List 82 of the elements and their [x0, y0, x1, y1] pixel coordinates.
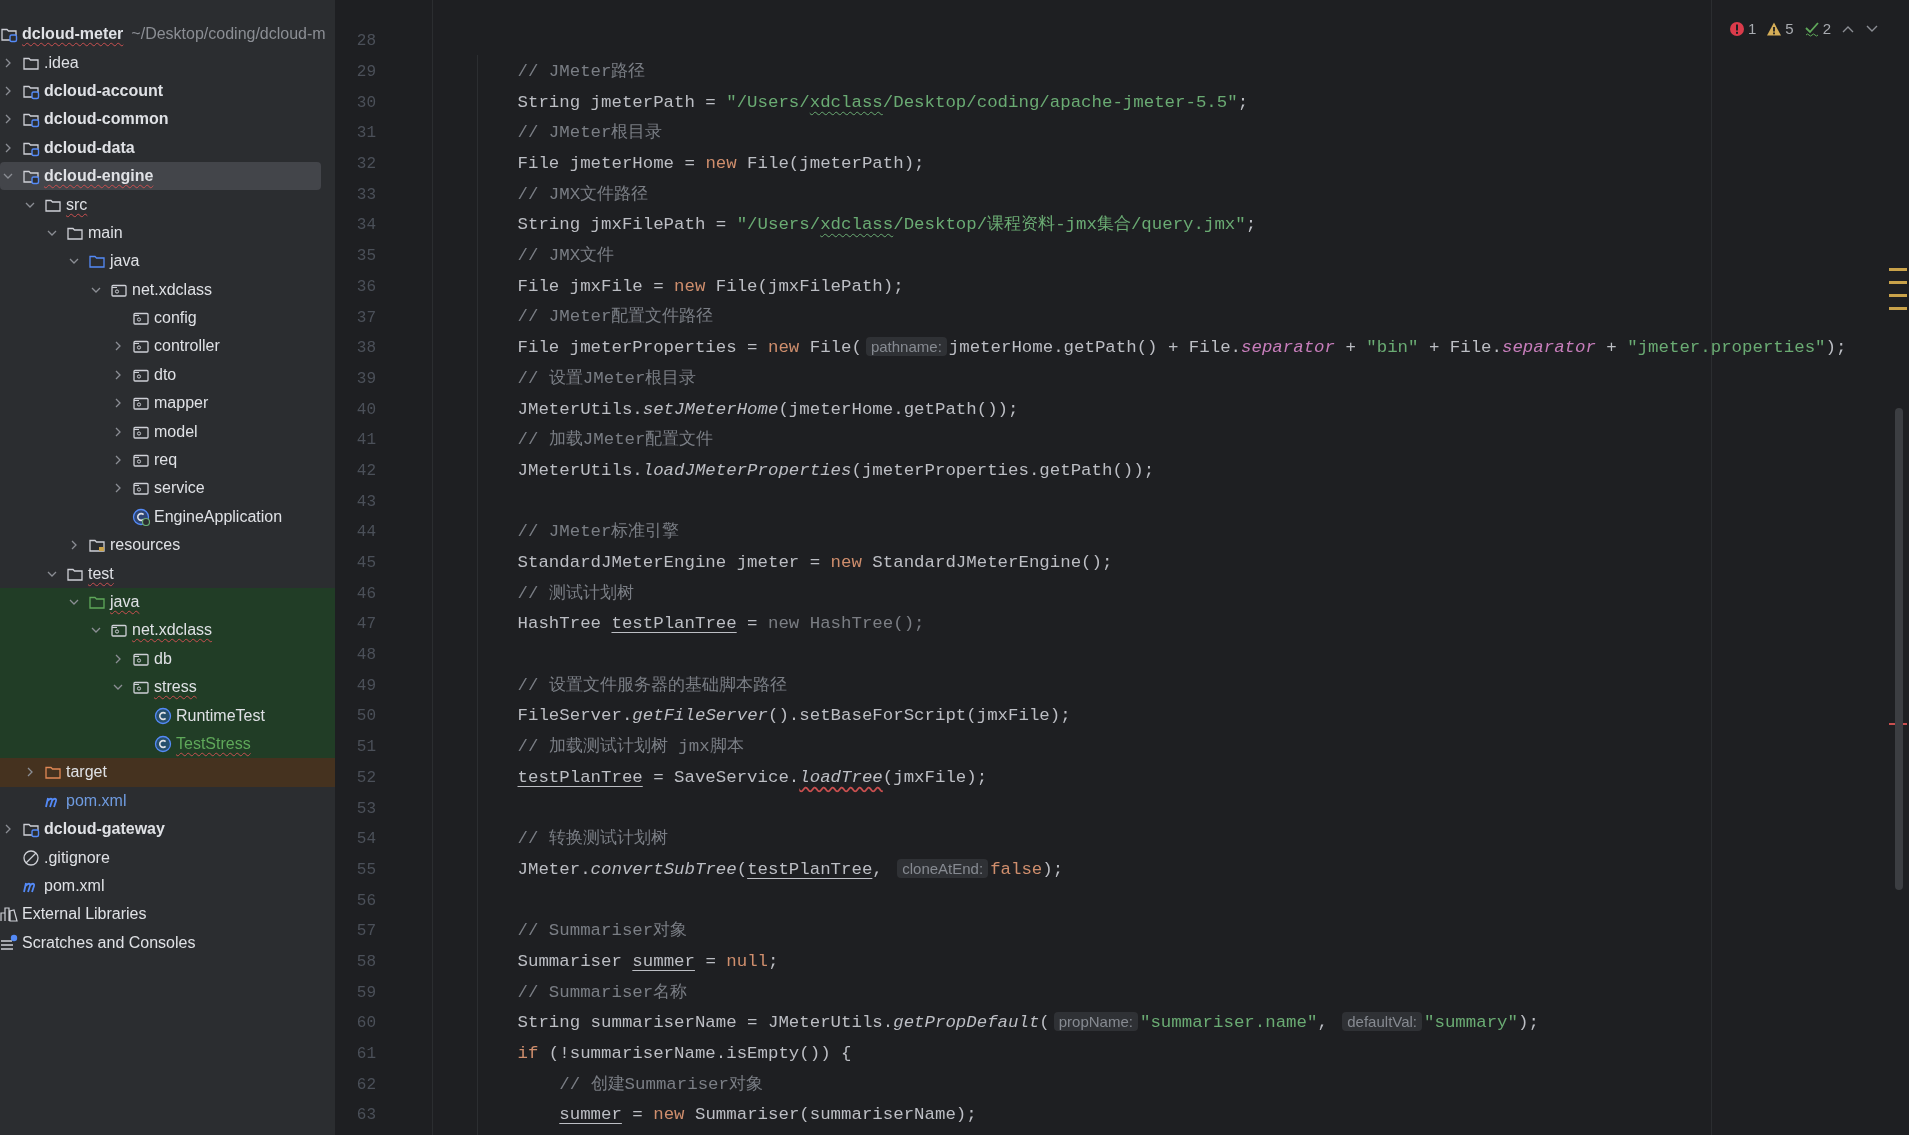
tree-item[interactable]: net.xdclass — [0, 275, 335, 304]
code-line: // 设置JMeter根目录 — [517, 367, 697, 390]
tree-item[interactable]: src — [0, 190, 335, 219]
tree-item[interactable]: EngineApplication — [0, 502, 335, 532]
tree-item[interactable]: main — [0, 218, 335, 248]
tree-item[interactable]: pom.xml — [0, 871, 335, 901]
code-line: String jmeterPath = "/Users/xdclass/Desktop/coding/apache-jmeter-5.5"; — [517, 91, 1249, 114]
warning-icon — [1766, 21, 1783, 38]
tree-item[interactable]: Scratches and Consoles — [0, 928, 335, 957]
error-icon — [1728, 21, 1745, 38]
tree-item[interactable]: controller — [0, 332, 335, 361]
tree-item[interactable]: java — [0, 247, 335, 276]
check-icon — [1803, 21, 1820, 38]
code-line: // JMX文件 — [517, 245, 615, 268]
code-line: FileServer.getFileServer().setBaseForScript(jmxFile); — [517, 705, 1071, 728]
tree-item[interactable]: dcloud-meter ~/Desktop/coding/dcloud-m — [0, 20, 335, 49]
code-line: Summariser summer = null; — [517, 950, 779, 973]
code-line: // 设置文件服务器的基础脚本路径 — [517, 674, 787, 697]
tree-item[interactable]: TestStress — [0, 729, 335, 759]
code-line: File jmeterProperties = new File( pathname: jmeterHome.getPath() + File.separator + "bin" + File.separator + "jmeter.properties"); — [517, 336, 1847, 360]
scratches-icon — [0, 933, 18, 952]
class-icon — [154, 734, 172, 753]
code-line: summer = new Summariser(summariserName); — [559, 1104, 977, 1127]
inspection-counter[interactable]: 1 — [1728, 18, 1757, 41]
tree-item[interactable]: dcloud-account — [0, 76, 335, 106]
tree-item[interactable]: External Libraries — [0, 900, 335, 929]
code-line: StandardJMeterEngine jmeter = new StandardJMeterEngine(); — [517, 551, 1113, 574]
class-icon — [132, 507, 150, 526]
tree-item[interactable]: test — [0, 559, 335, 588]
code-line: // 创建Summariser对象 — [559, 1073, 763, 1096]
tree-item[interactable]: stress — [0, 673, 335, 702]
ignore-icon — [22, 848, 40, 867]
code-line: // JMX文件路径 — [517, 183, 649, 206]
code-line: // JMeter标准引擎 — [517, 521, 680, 544]
code-line: // JMeter配置文件路径 — [517, 306, 714, 329]
class-icon — [154, 706, 172, 725]
tree-item[interactable]: dcloud-gateway — [0, 814, 335, 844]
code-line: File jmeterHome = new File(jmeterPath); — [517, 153, 925, 176]
tree-item[interactable]: req — [0, 445, 335, 475]
code-line: // 加载测试计划树 jmx脚本 — [517, 736, 744, 759]
code-line: // 转换测试计划树 — [517, 828, 668, 851]
tree-item[interactable]: java — [0, 587, 335, 617]
tree-item[interactable]: RuntimeTest — [0, 701, 335, 730]
libraries-icon — [0, 905, 18, 924]
code-line: String jmxFilePath = "/Users/xdclass/Desktop/课程资料-jmx集合/query.jmx"; — [517, 214, 1257, 237]
code-line: // JMeter根目录 — [517, 122, 663, 145]
inspection-counter[interactable]: 2 — [1803, 18, 1831, 41]
code-line: testPlanTree = SaveService.loadTree(jmxFile); — [517, 766, 988, 789]
tree-item[interactable]: dcloud-common — [0, 105, 335, 134]
code-line: JMeterUtils.loadJMeterProperties(jmeterProperties.getPath()); — [517, 459, 1155, 482]
tree-item[interactable]: db — [0, 644, 335, 673]
inspection-counter[interactable]: 5 — [1766, 18, 1794, 41]
tree-item[interactable]: config — [0, 303, 335, 333]
tree-item[interactable]: dcloud-engine — [0, 161, 321, 191]
warning-marker[interactable] — [1889, 294, 1907, 297]
project-path: ~/Desktop/coding/dcloud-m — [131, 24, 326, 45]
tree-item[interactable]: .idea — [0, 48, 335, 77]
code-line: File jmxFile = new File(jmxFilePath); — [517, 275, 904, 298]
tree-item[interactable]: mapper — [0, 389, 335, 418]
warning-marker[interactable] — [1889, 307, 1907, 310]
tree-item[interactable]: .gitignore — [0, 843, 335, 872]
code-line: String summariserName = JMeterUtils.getPropDefault( propName: "summariser.name", defaultVal: "summary"); — [517, 1011, 1539, 1035]
code-line: // JMeter路径 — [517, 60, 646, 83]
tree-item[interactable]: target — [0, 758, 335, 787]
tree-item[interactable]: dcloud-data — [0, 133, 335, 162]
tree-item[interactable]: resources — [0, 531, 335, 560]
warning-marker[interactable] — [1889, 281, 1907, 284]
warning-marker[interactable] — [1889, 268, 1907, 271]
code-line: if (!summariserName.isEmpty()) { — [517, 1042, 852, 1065]
tree-item[interactable]: model — [0, 417, 335, 446]
code-line: // Summariser对象 — [517, 920, 688, 943]
tree-item[interactable]: net.xdclass — [0, 616, 335, 645]
tree-item[interactable]: dto — [0, 360, 335, 390]
code-line: JMeterUtils.setJMeterHome(jmeterHome.getPath()); — [517, 398, 1019, 421]
scrollbar-thumb[interactable] — [1895, 408, 1903, 890]
tree-item[interactable]: pom.xml — [0, 786, 335, 815]
code-line: // Summariser名称 — [517, 981, 688, 1004]
code-line: // 加载JMeter配置文件 — [517, 429, 714, 452]
tree-item[interactable]: service — [0, 474, 335, 503]
code-line: JMeter.convertSubTree(testPlanTree, cloneAtEnd: false); — [517, 857, 1064, 881]
code-line: HashTree testPlanTree = new HashTree(); — [517, 613, 925, 636]
code-line: // 测试计划树 — [517, 582, 634, 605]
